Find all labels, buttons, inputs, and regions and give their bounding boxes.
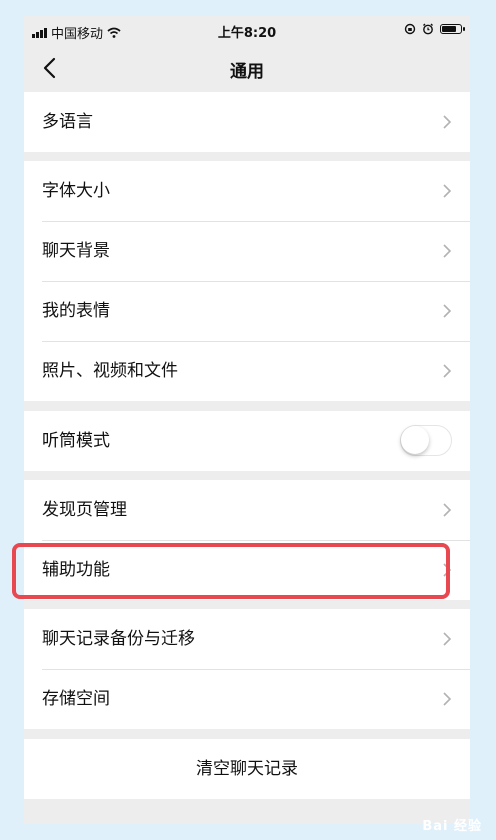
chevron-right-icon [443, 632, 452, 646]
nav-bar: 通用 [24, 46, 470, 90]
row-label: 聊天记录备份与迁移 [42, 629, 195, 649]
chevron-right-icon [443, 692, 452, 706]
settings-group-display: 字体大小 聊天背景 我的表情 照片、视频和文件 [24, 161, 470, 401]
earpiece-mode-toggle[interactable] [400, 425, 452, 456]
chevron-right-icon [443, 503, 452, 517]
settings-group-clear: 清空聊天记录 [24, 739, 470, 799]
chevron-right-icon [443, 364, 452, 378]
chevron-right-icon [443, 244, 452, 258]
chevron-right-icon [443, 304, 452, 318]
settings-group-language: 多语言 [24, 92, 470, 152]
chevron-right-icon [443, 184, 452, 198]
settings-group-earpiece: 听筒模式 [24, 411, 470, 471]
settings-row-font-size[interactable]: 字体大小 [24, 161, 470, 221]
settings-row-discover-manage[interactable]: 发现页管理 [24, 480, 470, 540]
rotation-lock-icon [404, 23, 416, 35]
row-label: 听筒模式 [42, 431, 110, 451]
row-label: 我的表情 [42, 301, 110, 321]
settings-row-storage[interactable]: 存储空间 [24, 669, 470, 729]
row-label: 照片、视频和文件 [42, 361, 178, 381]
watermark: Bai 经验 [422, 819, 482, 834]
settings-row-my-stickers[interactable]: 我的表情 [24, 281, 470, 341]
settings-row-media-files[interactable]: 照片、视频和文件 [24, 341, 470, 401]
battery-icon [440, 24, 465, 34]
accessibility-highlight-box [12, 543, 450, 599]
toggle-knob [401, 426, 429, 454]
clear-chat-history-button[interactable]: 清空聊天记录 [24, 739, 470, 799]
settings-row-language[interactable]: 多语言 [24, 92, 470, 152]
row-label: 聊天背景 [42, 241, 110, 261]
row-label: 发现页管理 [42, 500, 127, 520]
settings-row-chat-backup[interactable]: 聊天记录备份与迁移 [24, 609, 470, 669]
settings-row-chat-background[interactable]: 聊天背景 [24, 221, 470, 281]
phone-screen: 中国移动 上午8:20 通用 多语言 字体大小 聊天背景 我的表情 照片、视频和… [24, 16, 470, 824]
status-bar: 中国移动 上午8:20 [24, 16, 470, 46]
settings-row-earpiece-mode: 听筒模式 [24, 411, 470, 471]
status-right [404, 23, 465, 35]
row-label: 存储空间 [42, 689, 110, 709]
row-label: 多语言 [42, 112, 93, 132]
chevron-right-icon [443, 115, 452, 129]
settings-group-storage: 聊天记录备份与迁移 存储空间 [24, 609, 470, 729]
clear-chat-history-label: 清空聊天记录 [196, 759, 298, 779]
alarm-icon [423, 23, 433, 35]
page-title: 通用 [230, 62, 264, 82]
row-label: 字体大小 [42, 181, 110, 201]
